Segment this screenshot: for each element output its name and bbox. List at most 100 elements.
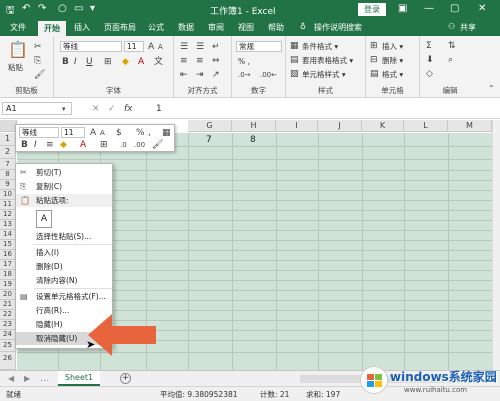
paste-option-icon[interactable]: A xyxy=(36,210,52,228)
italic-icon[interactable]: I xyxy=(74,57,77,67)
touch-mode-icon[interactable]: ○ xyxy=(58,3,67,14)
column-header-k[interactable]: K xyxy=(362,120,404,132)
decrease-indent-icon[interactable]: ⇤ xyxy=(180,70,188,80)
tab-formulas[interactable]: 公式 xyxy=(148,22,164,33)
menu-item-clear-contents[interactable]: 清除内容(N) xyxy=(16,274,112,287)
font-name-combo[interactable]: 等线 xyxy=(60,41,122,52)
row-header[interactable]: 18 xyxy=(0,270,16,280)
insert-cells-button[interactable]: 插入 ▾ xyxy=(382,41,403,52)
conditional-format-button[interactable]: 条件格式 ▾ xyxy=(302,41,338,52)
tab-page-layout[interactable]: 页面布局 xyxy=(104,22,136,33)
row-header[interactable]: 19 xyxy=(0,280,16,290)
cell-styles-button[interactable]: 单元格样式 ▾ xyxy=(302,69,346,80)
insert-function-icon[interactable]: fx xyxy=(124,104,133,114)
menu-item-paste-special[interactable]: 选择性粘贴(S)... xyxy=(16,230,112,243)
ribbon-display-icon[interactable]: ▣ xyxy=(398,3,407,14)
close-button[interactable]: ✕ xyxy=(478,3,486,14)
font-color-icon[interactable]: A xyxy=(138,57,144,67)
mini-format-painter-icon[interactable]: 🖌 xyxy=(152,140,163,150)
formula-content[interactable]: 1 xyxy=(156,104,162,114)
column-header-h[interactable]: H xyxy=(232,120,276,132)
next-sheet-icon[interactable]: ▶ xyxy=(24,374,30,384)
row-header[interactable]: 13 xyxy=(0,220,16,230)
align-center-icon[interactable]: ≡ xyxy=(196,56,204,66)
prev-sheet-icon[interactable]: ◀ xyxy=(8,374,14,384)
tab-home[interactable]: 开始 xyxy=(38,21,66,36)
underline-icon[interactable]: U xyxy=(86,57,93,67)
row-header[interactable]: 22 xyxy=(0,310,16,320)
mini-bold-button[interactable]: B xyxy=(21,140,28,150)
mini-fill-color-icon[interactable]: ◆ xyxy=(60,140,67,150)
share-button[interactable]: 共享 xyxy=(460,22,476,33)
row-header[interactable]: 12 xyxy=(0,210,16,220)
tab-insert[interactable]: 插入 xyxy=(74,22,90,33)
shrink-font-icon[interactable]: A xyxy=(158,42,163,52)
menu-item-format-cells[interactable]: ▤ 设置单元格格式(F)... xyxy=(16,290,112,303)
align-left-icon[interactable]: ≡ xyxy=(180,56,188,66)
fill-color-icon[interactable]: ◆ xyxy=(122,57,129,67)
mini-comma-icon[interactable]: , xyxy=(148,128,151,138)
delete-cells-button[interactable]: 删除 ▾ xyxy=(382,55,403,66)
screenshot-icon[interactable]: ▭ xyxy=(74,3,83,14)
row-header[interactable]: 11 xyxy=(0,200,16,210)
format-painter-icon[interactable]: 🖌 xyxy=(34,70,45,80)
paste-icon[interactable]: 📋 xyxy=(8,42,28,58)
autosum-icon[interactable]: Σ xyxy=(426,41,432,51)
row-header[interactable]: 14 xyxy=(0,230,16,240)
format-cells-button[interactable]: 格式 ▾ xyxy=(382,69,403,80)
more-sheets-icon[interactable]: … xyxy=(40,374,49,384)
decrease-decimal-icon[interactable]: .00← xyxy=(260,70,277,80)
mini-borders-icon[interactable]: ⊞ xyxy=(100,140,108,150)
format-as-table-button[interactable]: 套用表格格式 ▾ xyxy=(302,55,353,66)
customize-qa-icon[interactable]: ▾ xyxy=(90,3,95,14)
menu-item-delete[interactable]: 删除(D) xyxy=(16,260,112,273)
fill-icon[interactable]: ⬇ xyxy=(426,55,434,65)
mini-italic-button[interactable]: I xyxy=(34,140,37,150)
restore-button[interactable]: ▢ xyxy=(450,3,459,14)
tab-view[interactable]: 视图 xyxy=(238,22,254,33)
mini-decrease-decimal-icon[interactable]: .00 xyxy=(134,140,145,150)
mini-percent-icon[interactable]: % xyxy=(136,128,145,138)
bold-icon[interactable]: B xyxy=(62,57,69,67)
increase-decimal-icon[interactable]: .0→ xyxy=(238,70,251,80)
column-header-g[interactable]: G xyxy=(188,120,232,132)
wrap-text-icon[interactable]: ↵ xyxy=(212,42,220,52)
paste-button[interactable]: 粘贴 xyxy=(8,62,23,73)
sheet-tab-sheet1[interactable]: Sheet1 xyxy=(58,371,100,386)
row-header[interactable]: 26 xyxy=(0,352,16,370)
copy-icon[interactable]: ⎘ xyxy=(34,56,41,66)
name-box-dropdown-icon[interactable]: ▾ xyxy=(62,104,66,114)
mini-font-color-icon[interactable]: A xyxy=(80,140,86,150)
menu-item-cut[interactable]: ✂ 剪切(T) xyxy=(16,166,112,179)
borders-icon[interactable]: ⊞ xyxy=(104,57,112,67)
find-select-icon[interactable]: ⌕ xyxy=(448,55,453,65)
tell-me-search[interactable]: 操作说明搜索 xyxy=(314,22,362,33)
column-header-j[interactable]: J xyxy=(318,120,362,132)
row-header[interactable]: 24 xyxy=(0,330,16,340)
merge-center-icon[interactable]: ⇔ xyxy=(212,56,220,66)
font-size-combo[interactable]: 11 xyxy=(124,41,144,52)
tab-review[interactable]: 审阅 xyxy=(208,22,224,33)
undo-icon[interactable]: ↶ xyxy=(22,3,30,14)
mini-shrink-font-icon[interactable]: A xyxy=(100,128,105,138)
mini-increase-decimal-icon[interactable]: .0 xyxy=(120,140,127,150)
tab-help[interactable]: 帮助 xyxy=(268,22,284,33)
mini-table-icon[interactable]: ▦ xyxy=(162,128,171,138)
menu-item-insert[interactable]: 插入(I) xyxy=(16,246,112,259)
enter-edit-icon[interactable]: ✓ xyxy=(108,104,116,114)
clear-icon[interactable]: ◇ xyxy=(426,69,433,79)
increase-indent-icon[interactable]: ⇥ xyxy=(196,70,204,80)
row-header[interactable]: 7 xyxy=(0,159,16,170)
row-header[interactable]: 16 xyxy=(0,250,16,260)
cut-icon[interactable]: ✂ xyxy=(34,42,42,52)
align-middle-icon[interactable]: ☰ xyxy=(196,42,204,52)
align-top-icon[interactable]: ☰ xyxy=(180,42,188,52)
cell-g1[interactable]: 7 xyxy=(206,135,212,145)
column-header-i[interactable]: I xyxy=(276,120,318,132)
login-button[interactable]: 登录 xyxy=(358,3,386,16)
cancel-edit-icon[interactable]: ✕ xyxy=(92,104,100,114)
row-header[interactable]: 15 xyxy=(0,240,16,250)
collapse-ribbon-icon[interactable]: ⌃ xyxy=(488,84,495,94)
cell-h1[interactable]: 8 xyxy=(250,135,256,145)
mini-size-combo[interactable]: 11 xyxy=(61,127,85,138)
